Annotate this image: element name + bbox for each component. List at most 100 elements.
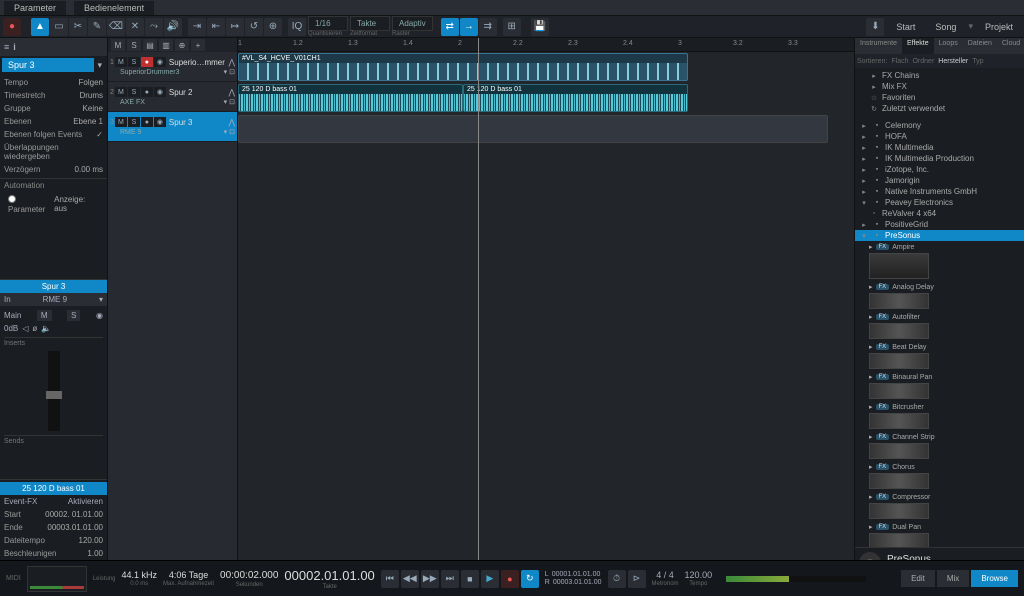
play-button[interactable]: ▶: [481, 570, 499, 588]
sort-ordner[interactable]: Ordner: [912, 58, 934, 65]
eventfx-value[interactable]: 00002. 01.01.00: [45, 510, 103, 519]
browser-vendor[interactable]: ▸▪Jamorigin: [855, 175, 1024, 186]
param-value[interactable]: Folgen: [79, 78, 103, 87]
browser-effect[interactable]: ▸FXBitcrusher: [855, 401, 1024, 431]
track-add[interactable]: +: [191, 39, 205, 51]
track-header[interactable]: 2 M S ● ◉ Spur 2 ⋀ AXE FX▾⊡: [108, 82, 237, 112]
rewind-start-button[interactable]: ⏮: [381, 570, 399, 588]
empty-clip-lane[interactable]: [238, 115, 828, 143]
record-arm-button[interactable]: ●: [3, 18, 21, 36]
timeformat-select[interactable]: Takte: [350, 16, 390, 31]
global-solo[interactable]: S: [127, 39, 141, 51]
arrow-tool[interactable]: ▲: [31, 18, 49, 36]
action-1[interactable]: ⇥: [188, 18, 206, 36]
browser-vendor-selected[interactable]: ▾▪PreSonus: [855, 230, 1024, 241]
param-tab[interactable]: Parameter: [4, 1, 66, 15]
erase-tool[interactable]: ⌫: [107, 18, 125, 36]
track-solo[interactable]: S: [128, 57, 140, 67]
audio-clip-2[interactable]: 25 120 D bass 01: [463, 84, 688, 112]
browser-vendor[interactable]: ▸▪IK Multimedia Production: [855, 153, 1024, 164]
browser-vendor[interactable]: ▸▪IK Multimedia: [855, 142, 1024, 153]
speaker-icon[interactable]: 🔈: [41, 324, 51, 333]
track-expand-icon[interactable]: ⊡: [229, 98, 235, 106]
input-device-select[interactable]: RME 9: [43, 295, 67, 304]
browser-effect[interactable]: ▸FXDual Pan: [855, 521, 1024, 547]
bend-tool[interactable]: ⤳: [145, 18, 163, 36]
track-automation-icon[interactable]: ⋀: [228, 88, 235, 97]
loop-button[interactable]: ↻: [521, 570, 539, 588]
iq-button[interactable]: IQ: [288, 18, 306, 36]
eventfx-value[interactable]: 120.00: [79, 536, 103, 545]
tempo-value[interactable]: 120.00: [685, 570, 713, 580]
listen-tool[interactable]: 🔊: [164, 18, 182, 36]
action-4[interactable]: ↺: [245, 18, 263, 36]
track-instrument[interactable]: SuperiorDrummer3: [120, 69, 222, 76]
info-icon[interactable]: i: [13, 42, 16, 52]
sort-typ[interactable]: Typ: [972, 58, 983, 65]
time-bars[interactable]: 00002.01.01.00: [284, 568, 374, 583]
snap-toggle[interactable]: ⇄: [441, 18, 459, 36]
browser-vendor[interactable]: ▸▪Celemony: [855, 120, 1024, 131]
track-expand-icon[interactable]: ⊡: [229, 128, 235, 136]
action-5[interactable]: ⊕: [264, 18, 282, 36]
browser-vendor[interactable]: ▸▪Native Instruments GmbH: [855, 186, 1024, 197]
browser-vendor[interactable]: ▸▪HOFA: [855, 131, 1024, 142]
global-mute[interactable]: M: [111, 39, 125, 51]
browser-vendor[interactable]: ▸▪PositiveGrid: [855, 219, 1024, 230]
selected-track[interactable]: Spur 3: [2, 58, 94, 72]
monitor-icon[interactable]: ◉: [96, 311, 103, 320]
browser-effect[interactable]: ▸FXAmpire: [855, 241, 1024, 281]
sort-flach[interactable]: Flach: [891, 58, 908, 65]
track-automation-icon[interactable]: ⋀: [228, 118, 235, 127]
browser-tab[interactable]: Effekte: [902, 38, 934, 54]
timeline-ruler[interactable]: 11.21.31.422.22.32.433.23.3: [238, 38, 854, 52]
channel-fader[interactable]: [48, 351, 60, 431]
browser-tab[interactable]: Dateien: [963, 38, 997, 54]
track-dropdown-icon[interactable]: ▾: [94, 60, 105, 71]
eventfx-value[interactable]: 1.00: [87, 549, 103, 558]
browser-plugin[interactable]: ▫ReValver 4 x64: [855, 208, 1024, 219]
draw-tool[interactable]: ✎: [88, 18, 106, 36]
track-solo[interactable]: S: [128, 87, 140, 97]
param-value[interactable]: Ebene 1: [73, 117, 103, 126]
browser-effect[interactable]: ▸FXChorus: [855, 461, 1024, 491]
projekt-page-button[interactable]: Projekt: [977, 20, 1021, 34]
browser-effect[interactable]: ▸FXAutofilter: [855, 311, 1024, 341]
arrange-view[interactable]: 11.21.31.422.22.32.433.23.3 #VL_S4_HCVE_…: [238, 38, 854, 578]
hamburger-icon[interactable]: ≡: [4, 42, 9, 52]
action-3[interactable]: ↦: [226, 18, 244, 36]
browser-vendor[interactable]: ▾▪Peavey Electronics: [855, 197, 1024, 208]
range-tool[interactable]: ▭: [50, 18, 68, 36]
ripple-toggle[interactable]: →: [460, 18, 478, 36]
track-mute[interactable]: M: [115, 117, 127, 127]
track-rec[interactable]: ●: [141, 117, 153, 127]
browser-effect[interactable]: ▸FXAnalog Delay: [855, 281, 1024, 311]
event-fx-activate[interactable]: Aktivieren: [68, 497, 103, 506]
browser-effect[interactable]: ▸FXBinaural Pan: [855, 371, 1024, 401]
track-monitor[interactable]: ◉: [154, 87, 166, 97]
snap-select[interactable]: Adaptiv: [392, 16, 433, 31]
track-expand-icon[interactable]: ⊡: [229, 68, 235, 76]
bedien-tab[interactable]: Bedienelement: [74, 1, 154, 15]
track-rec[interactable]: ●: [141, 57, 153, 67]
save-button[interactable]: 💾: [531, 18, 549, 36]
browser-item[interactable]: ▸FX Chains: [855, 70, 1024, 81]
browser-effect[interactable]: ▸FXCompressor: [855, 491, 1024, 521]
track-monitor[interactable]: ◉: [154, 57, 166, 67]
mix-view-button[interactable]: Mix: [937, 570, 969, 587]
preroll-button[interactable]: ⊳: [628, 570, 646, 588]
browser-tab[interactable]: Cloud: [997, 38, 1024, 54]
song-page-button[interactable]: Song: [927, 20, 964, 34]
playhead[interactable]: [478, 38, 479, 578]
loop-left[interactable]: 00001.01.01.00: [552, 571, 601, 578]
param-value[interactable]: Drums: [79, 91, 103, 100]
browser-effect[interactable]: ▸FXBeat Delay: [855, 341, 1024, 371]
rewind-button[interactable]: ◀◀: [401, 570, 419, 588]
track-view-3[interactable]: ⊕: [175, 39, 189, 51]
pan-left-icon[interactable]: ◁: [22, 324, 28, 333]
record-button[interactable]: ●: [501, 570, 519, 588]
time-signature[interactable]: 4 / 4: [656, 570, 674, 580]
track-mute[interactable]: M: [115, 57, 127, 67]
track-mute[interactable]: M: [115, 87, 127, 97]
browser-vendor[interactable]: ▸▪iZotope, Inc.: [855, 164, 1024, 175]
